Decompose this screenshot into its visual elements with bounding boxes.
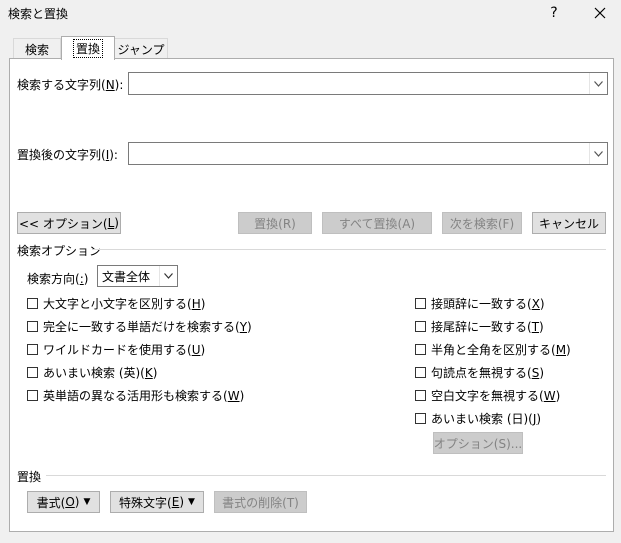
replace-label: 置換後の文字列(I): <box>17 148 118 162</box>
checkbox-box[interactable] <box>415 298 426 309</box>
checkbox-ignore-whitespace[interactable]: 空白文字を無視する(W) <box>415 387 560 404</box>
checkbox-box[interactable] <box>27 344 38 355</box>
fuzzy-options-button[interactable]: オプション(S)... <box>433 432 523 454</box>
tab-goto-label: ジャンプ <box>117 42 165 57</box>
checkbox-box[interactable] <box>415 413 426 424</box>
replace-dropdown-button[interactable] <box>589 143 607 164</box>
checkbox-ignore-punctuation[interactable]: 句読点を無視する(S) <box>415 364 544 381</box>
checkbox-word-forms[interactable]: 英単語の異なる活用形も検索する(W) <box>27 387 244 404</box>
find-label: 検索する文字列(N): <box>17 78 124 92</box>
checkbox-match-case[interactable]: 大文字と小文字を区別する(H) <box>27 295 205 312</box>
tab-goto[interactable]: ジャンプ <box>114 38 168 59</box>
find-input[interactable] <box>128 72 608 95</box>
replace-all-button[interactable]: すべて置換(A) <box>322 212 432 234</box>
tab-replace-label: 置換 <box>72 39 104 58</box>
checkbox-fuzzy-english[interactable]: あいまい検索 (英)(K) <box>27 364 157 381</box>
chevron-down-icon <box>159 266 177 286</box>
search-options-heading: 検索オプション <box>17 244 102 258</box>
help-button[interactable]: ? <box>534 0 574 26</box>
close-icon <box>594 7 606 19</box>
checkbox-box[interactable] <box>415 321 426 332</box>
options-toggle-button[interactable]: << オプション(L) <box>17 212 121 234</box>
checkbox-box[interactable] <box>27 298 38 309</box>
checkbox-match-suffix[interactable]: 接尾辞に一致する(T) <box>415 318 544 335</box>
replace-button[interactable]: 置換(R) <box>238 212 312 234</box>
replace-input[interactable] <box>128 142 608 165</box>
checkbox-whole-word[interactable]: 完全に一致する単語だけを検索する(Y) <box>27 318 252 335</box>
find-dropdown-button[interactable] <box>589 73 607 94</box>
special-button[interactable]: 特殊文字(E) ▼ <box>110 491 204 513</box>
tab-find-label: 検索 <box>24 42 49 57</box>
tab-replace[interactable]: 置換 <box>61 36 115 60</box>
clear-format-button[interactable]: 書式の削除(T) <box>214 491 307 513</box>
checkbox-wildcards[interactable]: ワイルドカードを使用する(U) <box>27 341 205 358</box>
cancel-button[interactable]: キャンセル <box>532 212 606 234</box>
checkbox-box[interactable] <box>415 367 426 378</box>
search-direction-value: 文書全体 <box>102 269 151 284</box>
checkbox-fuzzy-japanese[interactable]: あいまい検索 (日)(J) <box>415 410 541 427</box>
search-direction-label: 検索方向(:) <box>27 272 89 286</box>
format-button[interactable]: 書式(O) ▼ <box>27 491 100 513</box>
dropdown-arrow-icon: ▼ <box>188 497 195 507</box>
dropdown-arrow-icon: ▼ <box>83 497 91 507</box>
replace-section-heading: 置換 <box>17 470 42 484</box>
tab-find[interactable]: 検索 <box>13 38 61 59</box>
window-title: 検索と置換 <box>8 7 69 21</box>
divider <box>92 249 606 250</box>
find-next-button[interactable]: 次を検索(F) <box>442 212 522 234</box>
checkbox-box[interactable] <box>27 321 38 332</box>
checkbox-match-width[interactable]: 半角と全角を区別する(M) <box>415 341 571 358</box>
search-direction-select[interactable]: 文書全体 <box>97 265 178 287</box>
checkbox-match-prefix[interactable]: 接頭辞に一致する(X) <box>415 295 545 312</box>
checkbox-box[interactable] <box>415 344 426 355</box>
chevron-down-icon <box>594 150 603 157</box>
divider <box>46 475 606 476</box>
checkbox-box[interactable] <box>27 390 38 401</box>
checkbox-box[interactable] <box>27 367 38 378</box>
checkbox-box[interactable] <box>415 390 426 401</box>
chevron-down-icon <box>594 80 603 87</box>
close-button[interactable] <box>580 0 620 26</box>
